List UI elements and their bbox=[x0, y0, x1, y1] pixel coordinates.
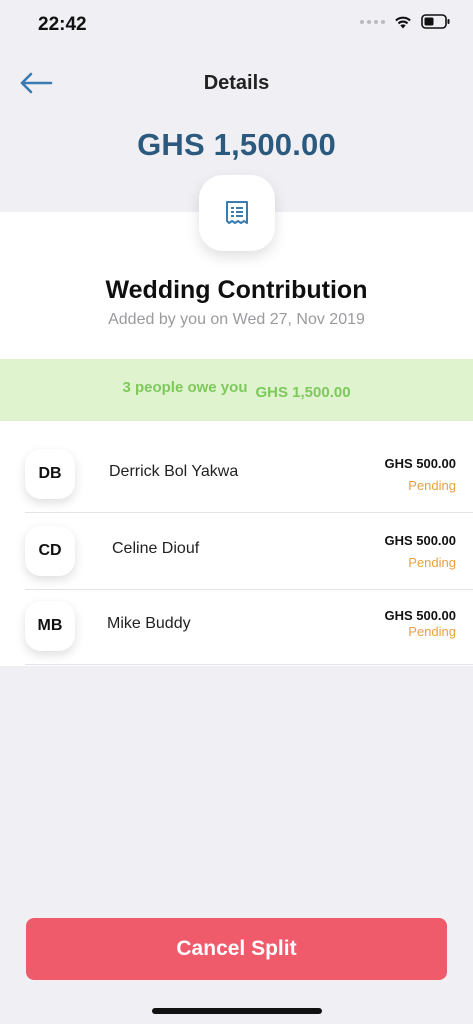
people-list: DB Derrick Bol Yakwa GHS 500.00 Pending … bbox=[0, 421, 473, 666]
status-bar: 22:42 bbox=[0, 0, 473, 50]
avatar: MB bbox=[25, 601, 75, 651]
list-item[interactable]: MB Mike Buddy GHS 500.00 Pending bbox=[25, 589, 473, 665]
person-amount: GHS 500.00 bbox=[384, 533, 456, 548]
wifi-icon bbox=[395, 16, 411, 29]
avatar: CD bbox=[25, 526, 75, 576]
signal-dots-icon bbox=[360, 19, 385, 24]
owe-summary-banner: 3 people owe you GHS 1,500.00 bbox=[0, 359, 473, 421]
receipt-badge bbox=[199, 175, 275, 251]
person-name: Derrick Bol Yakwa bbox=[109, 463, 239, 480]
owe-amount: GHS 1,500.00 bbox=[255, 383, 351, 401]
receipt-icon bbox=[226, 201, 248, 224]
status-badge: Pending bbox=[408, 555, 456, 570]
split-title: Wedding Contribution bbox=[105, 276, 368, 304]
list-item[interactable]: CD Celine Diouf GHS 500.00 Pending bbox=[25, 514, 473, 590]
split-total-amount: GHS 1,500.00 bbox=[137, 127, 336, 162]
person-name: Celine Diouf bbox=[112, 540, 200, 557]
battery-icon bbox=[421, 14, 450, 29]
status-badge: Pending bbox=[408, 624, 456, 639]
avatar: DB bbox=[25, 449, 75, 499]
nav-header: Details bbox=[0, 55, 473, 113]
page-title: Details bbox=[203, 72, 270, 94]
home-indicator[interactable] bbox=[152, 1008, 322, 1014]
status-icons bbox=[360, 14, 451, 29]
status-time: 22:42 bbox=[38, 14, 87, 35]
cancel-split-button[interactable]: Cancel Split bbox=[26, 918, 447, 980]
split-subtitle: Added by you on Wed 27, Nov 2019 bbox=[108, 311, 365, 328]
status-badge: Pending bbox=[408, 478, 456, 493]
list-item[interactable]: DB Derrick Bol Yakwa GHS 500.00 Pending bbox=[25, 437, 473, 513]
person-amount: GHS 500.00 bbox=[384, 456, 456, 471]
person-name: Mike Buddy bbox=[107, 615, 191, 632]
person-amount: GHS 500.00 bbox=[384, 608, 456, 623]
owe-text: 3 people owe you bbox=[122, 378, 248, 396]
